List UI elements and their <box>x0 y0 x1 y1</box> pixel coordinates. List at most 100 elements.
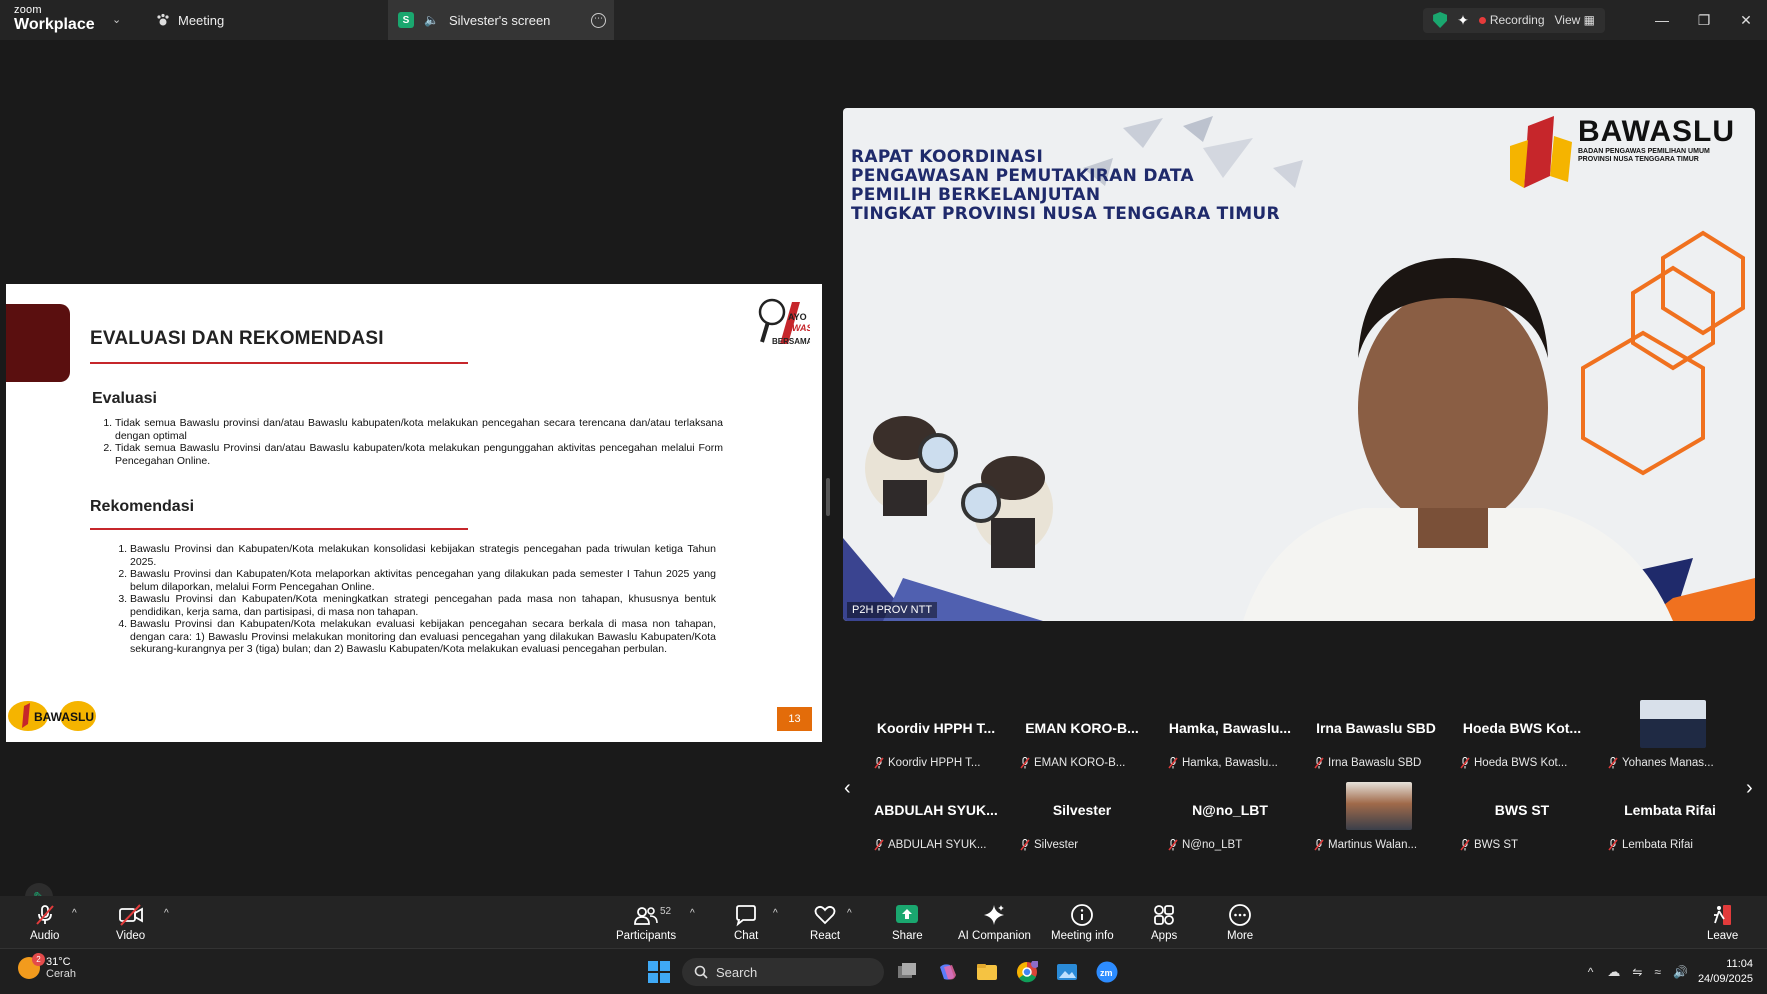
ai-sparkle-icon[interactable]: ✦ <box>1457 12 1469 29</box>
task-view-icon[interactable] <box>896 961 918 983</box>
participants-options-caret[interactable]: ^ <box>690 908 695 919</box>
participant-name: ABDULAH SYUK... <box>874 802 998 818</box>
chrome-icon[interactable] <box>1016 961 1038 983</box>
apps-icon <box>1154 905 1175 925</box>
tab-meeting[interactable]: Meeting <box>156 0 224 40</box>
leave-button[interactable]: Leave <box>1707 896 1738 948</box>
weather-condition-text: Cerah <box>46 968 76 980</box>
participant-tile[interactable]: Yohanes Manas... <box>1600 700 1740 776</box>
chevron-down-icon[interactable]: ⌄ <box>112 13 121 26</box>
react-options-caret[interactable]: ^ <box>847 908 852 919</box>
zoom-workplace-logo[interactable]: zoom Workplace <box>14 5 95 33</box>
mic-muted-icon <box>35 905 54 925</box>
video-options-caret[interactable]: ^ <box>164 908 169 919</box>
share-button[interactable]: Share <box>892 896 923 948</box>
participant-tile[interactable]: ABDULAH SYUK... ABDULAH SYUK... <box>866 782 1006 858</box>
mic-muted-icon <box>874 839 884 851</box>
zoom-app-icon[interactable]: zm <box>1096 961 1118 983</box>
slide-page-number: 13 <box>777 707 812 731</box>
speaker-name-label: P2H PROV NTT <box>847 602 938 618</box>
meeting-toolbar: Audio ^ Video ^ Participants 52 ^ Chat ^… <box>0 896 1767 948</box>
participant-label-text: Irna Bawaslu SBD <box>1328 757 1422 769</box>
participant-avatar <box>1640 700 1706 748</box>
chat-button[interactable]: Chat <box>734 896 758 948</box>
participant-label: Yohanes Manas... <box>1608 757 1714 769</box>
participant-name: N@no_LBT <box>1192 802 1268 818</box>
participant-tile[interactable]: Hamka, Bawaslu... Hamka, Bawaslu... <box>1160 700 1300 776</box>
video-label: Video <box>116 930 146 942</box>
minimize-icon[interactable]: — <box>1641 12 1683 28</box>
clock-time: 11:04 <box>1726 958 1753 970</box>
banner-line: PEMILIH BERKELANJUTAN <box>851 185 1101 205</box>
svg-text:AYO: AYO <box>788 312 807 322</box>
bawaslu-ntt-logo: BAWASLU BADAN PENGAWAS PEMILIHAN UMUM PR… <box>1510 116 1735 188</box>
split-view-drag-handle[interactable] <box>826 478 830 516</box>
close-icon[interactable]: ✕ <box>1725 12 1767 29</box>
participant-label-text: EMAN KORO-B... <box>1034 757 1126 769</box>
meeting-info-button[interactable]: Meeting info <box>1051 896 1114 948</box>
speaker-video[interactable]: RAPAT KOORDINASI PENGAWASAN PEMUTAKIRAN … <box>843 108 1755 621</box>
copilot-icon[interactable] <box>936 961 958 983</box>
apps-button[interactable]: Apps <box>1151 896 1177 948</box>
network-status-icon[interactable]: ⇋ <box>1632 965 1642 979</box>
taskbar-search-box[interactable]: Search <box>682 958 884 986</box>
recording-indicator[interactable]: Recording <box>1478 13 1545 27</box>
participant-tile[interactable]: Silvester Silvester <box>1012 782 1152 858</box>
weather-widget[interactable]: 2 31°C Cerah <box>18 953 76 980</box>
onedrive-icon[interactable]: ☁ <box>1607 964 1620 980</box>
restore-icon[interactable]: ❐ <box>1683 12 1725 29</box>
mic-muted-icon <box>1460 839 1470 851</box>
volume-icon[interactable]: 🔊 <box>1673 965 1688 979</box>
participant-label-text: Silvester <box>1034 839 1079 851</box>
participant-label-text: Hoeda BWS Kot... <box>1474 757 1568 769</box>
participant-tile[interactable]: BWS ST BWS ST <box>1452 782 1592 858</box>
react-button[interactable]: React <box>810 896 840 948</box>
participant-label: Hoeda BWS Kot... <box>1460 757 1567 769</box>
windows-start-icon[interactable] <box>648 961 670 983</box>
svg-text:BERSAMA: BERSAMA <box>772 337 810 346</box>
participant-tile[interactable]: Lembata Rifai Lembata Rifai <box>1600 782 1740 858</box>
ai-companion-button[interactable]: AI Companion <box>958 896 1031 948</box>
chevron-right-icon[interactable]: › <box>1746 777 1753 800</box>
chat-options-caret[interactable]: ^ <box>773 908 778 919</box>
mic-muted-icon <box>1020 757 1030 769</box>
chat-label: Chat <box>734 930 759 942</box>
view-button[interactable]: View ▦ <box>1555 13 1595 27</box>
mascot-right <box>961 456 1053 568</box>
chevron-left-icon[interactable]: ‹ <box>844 777 851 800</box>
participant-name: BWS ST <box>1494 802 1550 818</box>
more-options-icon[interactable]: ⋯ <box>591 13 606 28</box>
view-label: View <box>1554 13 1581 27</box>
paw-icon <box>157 13 169 26</box>
weather-notification-badge: 2 <box>32 953 45 966</box>
meeting-info-label: Meeting info <box>1051 930 1114 942</box>
taskbar-clock[interactable]: 11:04 24/09/2025 <box>1698 957 1753 987</box>
file-explorer-icon[interactable] <box>976 961 998 983</box>
share-label: Share <box>892 930 923 942</box>
participant-tile[interactable]: Hoeda BWS Kot... Hoeda BWS Kot... <box>1452 700 1592 776</box>
title-bar: zoom Workplace ⌄ Meeting S 🔈 Silvester's… <box>0 0 1767 40</box>
participant-label: Lembata Rifai <box>1608 839 1693 851</box>
photos-icon[interactable] <box>1056 961 1078 983</box>
participant-tile[interactable]: EMAN KORO-B... EMAN KORO-B... <box>1012 700 1152 776</box>
encryption-shield-icon[interactable] <box>1433 12 1448 28</box>
audio-button[interactable]: Audio <box>30 896 59 948</box>
logo-big-text: Workplace <box>14 16 95 33</box>
video-button[interactable]: Video <box>116 896 145 948</box>
wifi-icon[interactable]: ≈ <box>1654 965 1661 979</box>
audio-options-caret[interactable]: ^ <box>72 908 77 919</box>
participant-tile[interactable]: Irna Bawaslu SBD Irna Bawaslu SBD <box>1306 700 1446 776</box>
participant-tile[interactable]: Martinus Walan... <box>1306 782 1446 858</box>
participants-button[interactable]: Participants <box>616 896 676 948</box>
more-icon <box>1229 904 1251 926</box>
participant-tile[interactable]: N@no_LBT N@no_LBT <box>1160 782 1300 858</box>
mic-muted-icon <box>1020 839 1030 851</box>
chevron-up-icon[interactable]: ^ <box>1588 965 1594 979</box>
more-button[interactable]: More <box>1227 896 1253 948</box>
temperature-text: 31°C <box>46 956 71 968</box>
tab-shared-screen[interactable]: S 🔈 Silvester's screen ⋯ <box>388 0 614 40</box>
mic-muted-icon <box>1168 757 1178 769</box>
sharer-avatar-badge: S <box>398 12 414 28</box>
participant-tile[interactable]: Koordiv HPPH T... Koordiv HPPH T... <box>866 700 1006 776</box>
bawaslu-logo-text: BAWASLU BADAN PENGAWAS PEMILIHAN UMUM PR… <box>1578 116 1735 164</box>
